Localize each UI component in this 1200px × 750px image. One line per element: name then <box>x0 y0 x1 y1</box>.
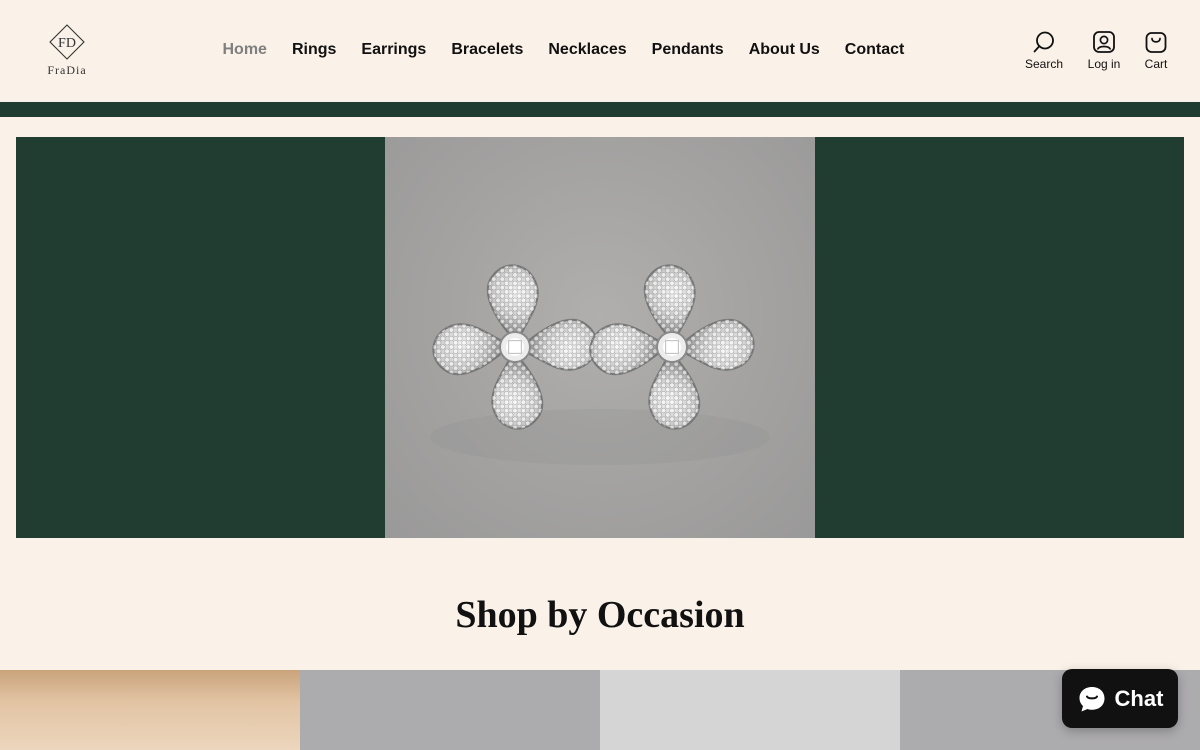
login-button[interactable]: Log in <box>1074 30 1134 71</box>
chat-label: Chat <box>1114 685 1164 711</box>
occasion-tile[interactable] <box>0 670 300 750</box>
header-divider-band <box>0 102 1200 117</box>
site-header: FD FraDia Home Rings Earrings Bracelets … <box>0 0 1200 102</box>
search-label: Search <box>1024 57 1064 71</box>
brand-logo[interactable]: FD FraDia <box>38 22 96 78</box>
nav-item-contact[interactable]: Contact <box>832 40 917 60</box>
logo-mark-icon: FD <box>49 24 85 60</box>
search-icon <box>1033 31 1054 53</box>
occasion-tile[interactable] <box>600 670 900 750</box>
nav-item-about-us[interactable]: About Us <box>736 40 832 60</box>
search-button[interactable]: Search <box>1014 30 1074 71</box>
occasion-tiles <box>0 670 1200 750</box>
brand-name: FraDia <box>47 63 87 77</box>
account-icon <box>1093 31 1115 53</box>
cart-label: Cart <box>1144 57 1168 71</box>
nav-item-necklaces[interactable]: Necklaces <box>536 40 639 60</box>
main-nav: Home Rings Earrings Bracelets Necklaces … <box>210 40 917 60</box>
cart-button[interactable]: Cart <box>1126 30 1186 71</box>
login-label: Log in <box>1087 57 1121 71</box>
nav-item-earrings[interactable]: Earrings <box>349 40 439 60</box>
nav-item-pendants[interactable]: Pendants <box>639 40 736 60</box>
nav-item-bracelets[interactable]: Bracelets <box>439 40 536 60</box>
chat-button[interactable]: Chat <box>1062 669 1178 728</box>
nav-item-rings[interactable]: Rings <box>279 40 348 60</box>
clover-earrings-illustration <box>385 137 770 465</box>
bag-icon <box>1145 32 1167 53</box>
chat-bubble-icon <box>1079 686 1105 711</box>
svg-text:FD: FD <box>58 36 76 51</box>
occasion-tile[interactable] <box>300 670 600 750</box>
nav-item-home[interactable]: Home <box>210 40 279 60</box>
hero-banner[interactable] <box>16 137 1184 538</box>
section-title-shop-by-occasion: Shop by Occasion <box>455 594 745 636</box>
hero-image <box>385 137 815 538</box>
